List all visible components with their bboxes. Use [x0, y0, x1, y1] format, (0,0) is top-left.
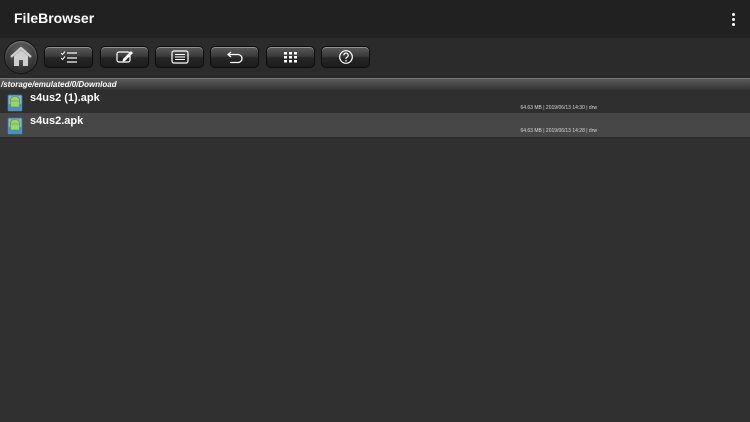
file-row[interactable]: s4us2 (1).apk 64.63 MB | 2019/06/13 14:3… — [0, 90, 750, 115]
rename-button[interactable] — [100, 46, 149, 68]
file-meta: 64.63 MB | 2019/06/13 14:30 | drw — [520, 105, 597, 111]
undo-icon — [226, 51, 243, 64]
grid-icon — [284, 52, 297, 63]
file-row[interactable]: s4us2.apk 64.63 MB | 2019/06/13 14:28 | … — [0, 113, 750, 138]
file-name: s4us2 (1).apk — [30, 92, 100, 104]
help-button[interactable] — [321, 46, 370, 68]
app-title: FileBrowser — [14, 10, 95, 26]
checklist-icon — [60, 51, 77, 63]
overflow-menu-icon[interactable] — [726, 9, 740, 29]
apk-file-icon — [7, 94, 23, 112]
toolbar — [0, 38, 750, 78]
apk-file-icon — [7, 117, 23, 135]
rename-icon — [116, 51, 133, 63]
list-icon — [171, 50, 189, 64]
file-name: s4us2.apk — [30, 115, 84, 127]
file-meta: 64.63 MB | 2019/06/13 14:28 | drw — [520, 128, 597, 134]
home-icon — [10, 46, 32, 66]
help-icon — [339, 50, 353, 64]
grid-view-button[interactable] — [266, 46, 315, 68]
select-multiple-button[interactable] — [44, 46, 93, 68]
back-button[interactable] — [210, 46, 259, 68]
home-button[interactable] — [4, 40, 38, 74]
details-button[interactable] — [155, 46, 204, 68]
app-bar: FileBrowser — [0, 0, 750, 38]
